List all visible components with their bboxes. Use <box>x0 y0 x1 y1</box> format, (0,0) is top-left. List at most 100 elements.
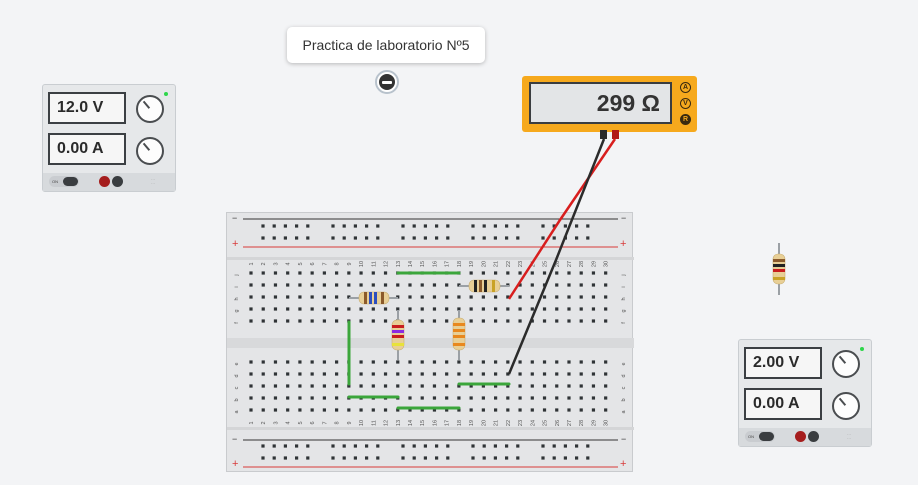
breadboard-hole[interactable] <box>335 295 339 299</box>
breadboard-hole[interactable] <box>261 224 265 228</box>
breadboard-hole[interactable] <box>295 444 299 448</box>
breadboard-hole[interactable] <box>482 236 486 240</box>
breadboard-hole[interactable] <box>567 319 571 323</box>
breadboard-hole[interactable] <box>567 408 571 412</box>
breadboard-hole[interactable] <box>396 271 400 275</box>
breadboard-hole[interactable] <box>359 307 363 311</box>
breadboard-hole[interactable] <box>516 236 520 240</box>
breadboard-hole[interactable] <box>505 236 509 240</box>
breadboard-hole[interactable] <box>604 307 608 311</box>
breadboard-hole[interactable] <box>408 360 412 364</box>
breadboard-hole[interactable] <box>273 372 278 376</box>
breadboard-hole[interactable] <box>359 372 363 376</box>
psu-left-negative-terminal[interactable] <box>112 176 123 187</box>
breadboard-hole[interactable] <box>445 408 449 412</box>
breadboard-hole[interactable] <box>261 408 265 412</box>
breadboard-hole[interactable] <box>322 360 326 364</box>
breadboard-hole[interactable] <box>420 319 424 323</box>
breadboard-hole[interactable] <box>261 360 265 364</box>
breadboard-hole[interactable] <box>310 307 314 311</box>
breadboard-hole[interactable] <box>604 372 608 376</box>
breadboard-hole[interactable] <box>273 307 278 311</box>
breadboard-hole[interactable] <box>530 372 534 376</box>
breadboard-hole[interactable] <box>567 372 571 376</box>
breadboard-hole[interactable] <box>335 307 339 311</box>
breadboard-hole[interactable] <box>396 372 400 376</box>
breadboard-hole[interactable] <box>283 224 287 228</box>
breadboard-hole[interactable] <box>516 224 520 228</box>
breadboard-hole[interactable] <box>401 444 405 448</box>
breadboard-grid[interactable]: 1122334455667788991010111112121313141415… <box>227 213 634 473</box>
breadboard-hole[interactable] <box>604 271 608 275</box>
breadboard-hole[interactable] <box>506 360 510 364</box>
breadboard-hole[interactable] <box>518 372 522 376</box>
breadboard-hole[interactable] <box>249 319 253 323</box>
breadboard-hole[interactable] <box>273 408 278 412</box>
breadboard-hole[interactable] <box>371 295 375 299</box>
breadboard-hole[interactable] <box>493 456 497 460</box>
breadboard-hole[interactable] <box>347 408 351 412</box>
breadboard-hole[interactable] <box>286 319 290 323</box>
breadboard-hole[interactable] <box>335 319 339 323</box>
breadboard-hole[interactable] <box>310 295 314 299</box>
breadboard-hole[interactable] <box>518 396 522 400</box>
breadboard-hole[interactable] <box>457 271 461 275</box>
breadboard-hole[interactable] <box>445 283 449 287</box>
breadboard-hole[interactable] <box>342 224 346 228</box>
breadboard-hole[interactable] <box>506 319 510 323</box>
breadboard-hole[interactable] <box>371 384 375 388</box>
breadboard-hole[interactable] <box>563 224 567 228</box>
breadboard-hole[interactable] <box>432 283 437 287</box>
breadboard-hole[interactable] <box>286 295 290 299</box>
breadboard-hole[interactable] <box>310 319 314 323</box>
breadboard-hole[interactable] <box>481 408 485 412</box>
breadboard-hole[interactable] <box>516 456 520 460</box>
breadboard-hole[interactable] <box>542 271 547 275</box>
breadboard-hole[interactable] <box>505 456 509 460</box>
psu-right-current-knob[interactable] <box>832 392 860 420</box>
breadboard-hole[interactable] <box>591 384 596 388</box>
breadboard-hole[interactable] <box>322 408 326 412</box>
breadboard-hole[interactable] <box>481 384 485 388</box>
breadboard-hole[interactable] <box>286 384 290 388</box>
breadboard-hole[interactable] <box>273 295 278 299</box>
breadboard-hole[interactable] <box>604 396 608 400</box>
breadboard-hole[interactable] <box>432 408 437 412</box>
breadboard-hole[interactable] <box>494 408 498 412</box>
breadboard-hole[interactable] <box>506 396 510 400</box>
breadboard-hole[interactable] <box>371 408 375 412</box>
breadboard-hole[interactable] <box>494 384 498 388</box>
breadboard-hole[interactable] <box>579 396 583 400</box>
breadboard-hole[interactable] <box>563 444 567 448</box>
breadboard-hole[interactable] <box>295 456 299 460</box>
breadboard-hole[interactable] <box>469 283 473 287</box>
breadboard-hole[interactable] <box>412 456 416 460</box>
breadboard-hole[interactable] <box>555 360 559 364</box>
breadboard-hole[interactable] <box>322 295 326 299</box>
breadboard-hole[interactable] <box>298 360 302 364</box>
breadboard-hole[interactable] <box>249 360 253 364</box>
breadboard-hole[interactable] <box>383 307 388 311</box>
breadboard-hole[interactable] <box>412 224 416 228</box>
breadboard-hole[interactable] <box>579 360 583 364</box>
breadboard-hole[interactable] <box>555 295 559 299</box>
breadboard-hole[interactable] <box>555 396 559 400</box>
breadboard-hole[interactable] <box>435 444 439 448</box>
breadboard-hole[interactable] <box>376 224 380 228</box>
psu-right-positive-terminal[interactable] <box>795 431 806 442</box>
breadboard-hole[interactable] <box>322 271 326 275</box>
breadboard-hole[interactable] <box>261 384 265 388</box>
breadboard-hole[interactable] <box>575 456 579 460</box>
psu-right-power-switch[interactable]: ON <box>745 431 775 442</box>
breadboard-hole[interactable] <box>494 396 498 400</box>
breadboard-hole[interactable] <box>283 236 287 240</box>
breadboard-hole[interactable] <box>579 408 583 412</box>
breadboard-hole[interactable] <box>365 224 369 228</box>
breadboard-hole[interactable] <box>322 307 326 311</box>
breadboard-hole[interactable] <box>383 319 388 323</box>
breadboard-hole[interactable] <box>445 372 449 376</box>
breadboard-hole[interactable] <box>552 224 556 228</box>
multimeter-mode-resistance[interactable]: R <box>680 114 691 125</box>
breadboard-hole[interactable] <box>261 236 265 240</box>
breadboard-hole[interactable] <box>347 307 351 311</box>
